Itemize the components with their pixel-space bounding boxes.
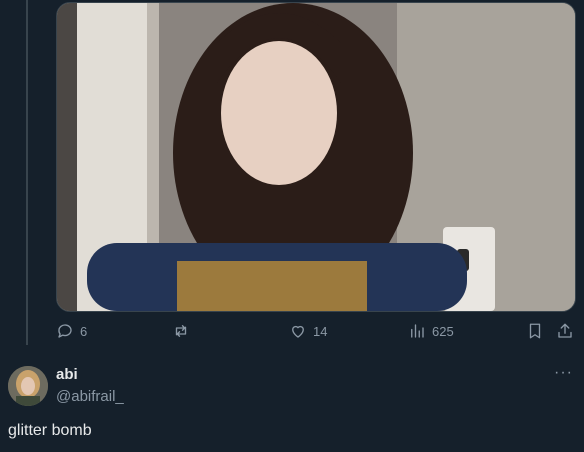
reply-icon xyxy=(58,324,72,338)
more-options-button[interactable]: ··· xyxy=(554,364,573,382)
retweet-icon xyxy=(175,325,187,337)
user-handle[interactable]: @abifrail_ xyxy=(56,388,124,405)
like-count: 14 xyxy=(313,323,328,339)
heart-icon xyxy=(292,325,304,338)
bookmark-button[interactable] xyxy=(526,318,544,344)
tweet-media-image[interactable] xyxy=(56,2,576,312)
bookmark-icon xyxy=(529,323,541,339)
retweet-button[interactable] xyxy=(172,318,196,344)
thread-connector-line xyxy=(26,0,28,345)
avatar[interactable] xyxy=(8,366,48,406)
analytics-icon xyxy=(411,324,424,338)
reply-count: 6 xyxy=(80,323,88,339)
webcam-photo xyxy=(57,3,575,311)
reply-tweet[interactable]: abi @abifrail_ ··· glitter bomb xyxy=(0,360,584,452)
share-button[interactable] xyxy=(556,318,574,344)
tweet-action-bar: 6 14 625 xyxy=(56,318,584,344)
avatar-photo xyxy=(8,366,48,406)
views-button[interactable]: 625 xyxy=(408,318,454,344)
display-name[interactable]: abi xyxy=(56,366,78,383)
reply-button[interactable]: 6 xyxy=(56,318,87,344)
share-icon xyxy=(558,323,572,338)
tweet-text: glitter bomb xyxy=(8,422,92,439)
views-count: 625 xyxy=(432,323,454,339)
like-button[interactable]: 14 xyxy=(289,318,327,344)
